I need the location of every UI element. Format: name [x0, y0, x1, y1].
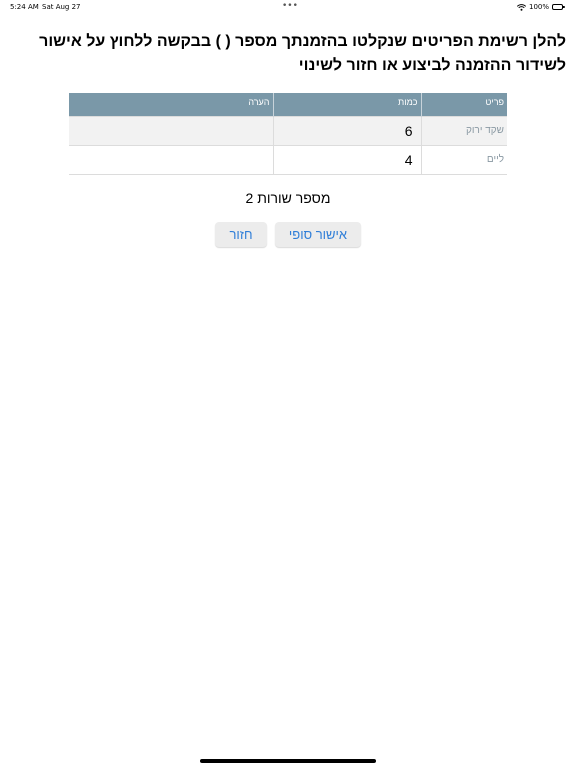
header-quantity[interactable]: כמות — [272, 93, 421, 116]
header-item[interactable]: פריט — [420, 93, 507, 116]
home-indicator[interactable] — [200, 759, 376, 763]
final-confirm-button[interactable]: אישור סופי — [275, 222, 361, 247]
cell-quantity: 4 — [272, 144, 422, 175]
status-date: Sat Aug 27 — [42, 3, 81, 11]
status-right: 100% — [516, 3, 566, 11]
wifi-icon — [516, 3, 527, 11]
battery-percent: 100% — [528, 3, 549, 11]
cell-note — [69, 144, 274, 175]
table-header-row: פריט כמות הערה — [69, 93, 507, 116]
cell-item: ליים — [420, 144, 507, 175]
cell-item: שקד ירוק — [420, 115, 507, 146]
multitasking-dots-icon[interactable]: ••• — [282, 1, 298, 11]
row-count: מספר שורות 2 — [245, 190, 331, 206]
status-time: 5:24 AM — [10, 3, 39, 11]
page-title: להלן רשימת הפריטים שנקלטו בהזמנתך מספר (… — [39, 33, 566, 74]
items-table: פריט כמות הערה שקד ירוק 6 ליים 4 — [69, 93, 507, 175]
table-row[interactable]: שקד ירוק 6 — [69, 115, 507, 146]
cell-quantity: 6 — [272, 115, 422, 146]
battery-icon — [552, 3, 566, 11]
status-bar: 5:24 AM Sat Aug 27 ••• 100% — [0, 0, 576, 14]
header-note[interactable]: הערה — [69, 93, 273, 116]
cell-note — [69, 115, 274, 146]
back-button[interactable]: חזור — [215, 222, 267, 247]
table-row[interactable]: ליים 4 — [69, 144, 507, 175]
